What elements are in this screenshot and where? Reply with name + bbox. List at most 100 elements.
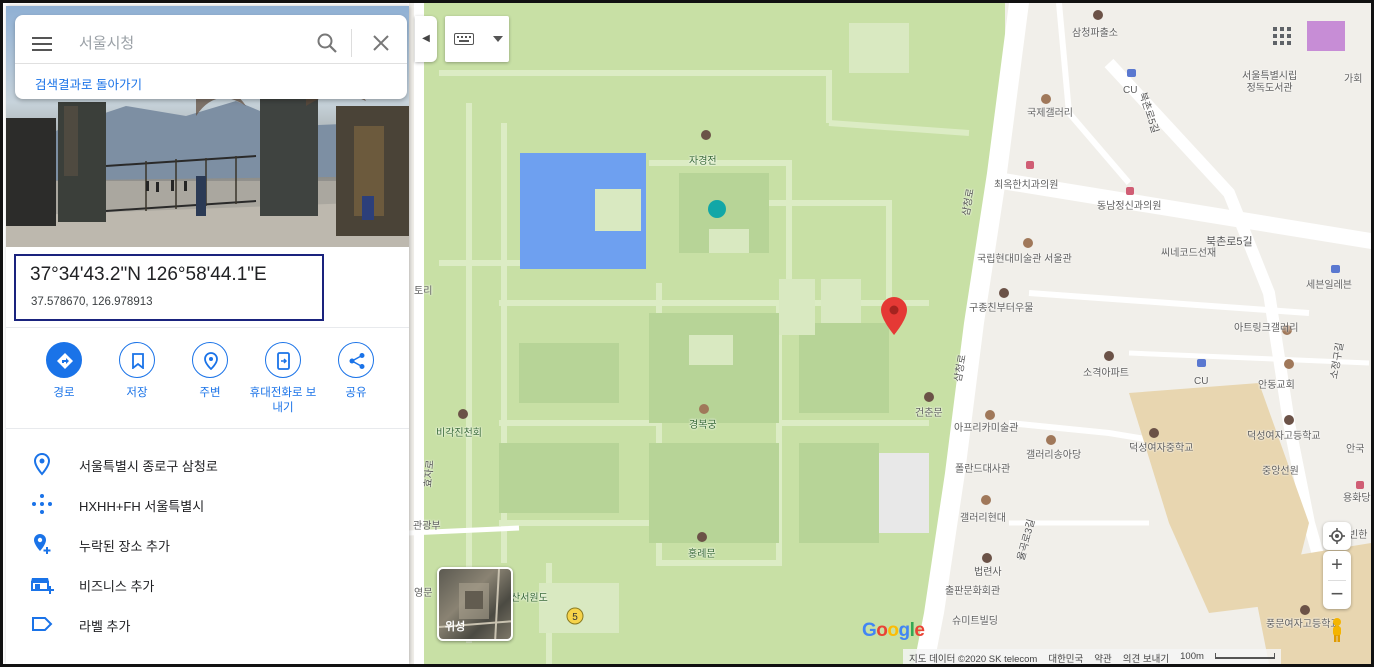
my-location-button[interactable] [1323,522,1351,550]
map-label[interactable]: 관광부 [413,521,441,533]
bookmark-icon [119,342,155,378]
add-label-row[interactable]: 라벨 추가 [6,606,409,642]
map-label[interactable]: 비각진천회 [436,428,482,440]
gallery-hyundai-poi-icon[interactable] [981,495,991,505]
map-label[interactable]: 구종친부터우물 [969,303,1033,315]
map-label[interactable]: 폴란드대사관 [955,464,1010,476]
map-label[interactable]: 국립현대미술관 서울관 [977,254,1072,266]
share-button[interactable]: 공유 [320,342,392,401]
church-poi-icon[interactable] [1284,359,1294,369]
store-poi-icon-2[interactable] [1197,359,1206,367]
map-label[interactable]: 국제갤러리 [1027,108,1073,120]
gate-poi-icon-2[interactable] [924,392,934,402]
apps-grid-icon[interactable] [1272,26,1292,46]
map-label[interactable]: 용화당 [1343,493,1371,505]
scale-label[interactable]: 100m [1180,651,1204,662]
clinic-poi-icon-2[interactable] [1126,187,1134,195]
map-label[interactable]: 영문 [414,588,432,600]
send-to-phone-button[interactable]: 휴대전화로 보내기 [247,342,319,416]
satellite-layer-toggle[interactable]: 위성 [437,567,513,641]
add-missing-place-row[interactable]: 누락된 장소 추가 [6,526,409,562]
map-label[interactable]: 안국 [1346,444,1364,456]
map-label[interactable]: 자경전 [689,156,717,168]
close-icon[interactable] [370,32,392,54]
avatar[interactable] [1307,21,1345,51]
save-button[interactable]: 저장 [101,342,173,401]
add-business-row[interactable]: 비즈니스 추가 [6,566,409,602]
map-label[interactable]: 서울특별시립 정독도서관 [1242,71,1297,95]
map-label[interactable]: 효자로 [423,459,437,488]
map-label[interactable]: 출판문화회관 [945,586,1000,598]
camera-poi-icon[interactable] [708,200,726,218]
zoom-in-button[interactable]: + [1323,551,1351,579]
back-to-results-link[interactable]: 검색결과로 돌아가기 [35,74,142,93]
clinic-poi-icon-3[interactable] [1356,481,1364,489]
input-tools-button[interactable] [445,16,509,62]
gallery-song-poi-icon[interactable] [1046,435,1056,445]
school-poi-icon-2[interactable] [1284,415,1294,425]
school-poi-icon[interactable] [1149,428,1159,438]
map-label[interactable]: 가회 [1344,74,1362,86]
terms-link[interactable]: 약관 [1094,651,1111,664]
clinic-poi-icon[interactable] [1026,161,1034,169]
map-label[interactable]: 덕성여자중학교 [1129,443,1193,455]
location-pin-icon [33,452,51,476]
menu-icon[interactable] [32,37,52,51]
pavilion-poi-icon[interactable] [458,409,468,419]
museum-poi-icon[interactable] [1023,238,1033,248]
map-label[interactable]: 씨네코드선재 [1161,248,1216,260]
share-label: 공유 [345,387,367,399]
gate-poi-icon[interactable] [697,532,707,542]
plus-code-row[interactable]: HXHH+FH 서울특별시 [6,486,409,522]
google-logo: Google [862,620,925,641]
coordinates-decimal[interactable]: 37.578670, 126.978913 [31,296,153,308]
map-label[interactable]: 중앙선원 [1262,466,1299,478]
feedback-link[interactable]: 의견 보내기 [1123,651,1169,664]
map-label[interactable]: CU [1194,376,1208,388]
map-label[interactable]: 슈미트빌딩 [952,616,998,628]
map-label[interactable]: 세븐일레븐 [1306,280,1352,292]
search-icon[interactable] [316,32,338,54]
directions-button[interactable]: 경로 [28,342,100,401]
map-label[interactable]: 건춘문 [915,408,943,420]
apartment-poi-icon[interactable] [1104,351,1114,361]
map-label[interactable]: 아프리카미술관 [954,423,1018,435]
store-poi-icon-3[interactable] [1331,265,1340,273]
search-input[interactable] [79,28,299,58]
map-label[interactable]: 최옥한치과의원 [994,180,1058,192]
map-label[interactable]: 안동교회 [1258,380,1295,392]
palace-icon[interactable] [701,130,711,140]
search-separator [351,29,352,57]
school-poi-icon-3[interactable] [1300,605,1310,615]
pegman-icon[interactable] [1325,617,1349,643]
country-link[interactable]: 대한민국 [1048,651,1083,664]
map-label[interactable]: 법련사 [974,567,1002,579]
map-label[interactable]: 소격아파트 [1083,368,1129,380]
map-label[interactable]: 경복궁 [689,420,717,432]
nearby-button[interactable]: 주변 [174,342,246,401]
map-label[interactable]: 홍례문 [688,549,716,561]
map-label[interactable]: 덕성여자고등학교 [1247,431,1321,443]
store-poi-icon[interactable] [1127,69,1136,77]
palace-poi-icon[interactable] [699,404,709,414]
police-poi-icon[interactable] [1093,10,1103,20]
map-label[interactable]: 토리 [414,286,432,298]
zoom-out-button[interactable]: − [1323,581,1351,609]
map-marker-pin-icon[interactable] [881,297,907,335]
map-label[interactable]: 아트링크갤러리 [1234,323,1298,335]
map-label[interactable]: 갤러리현대 [960,513,1006,525]
map-label[interactable]: 빈한 [1349,530,1367,542]
directions-icon [46,342,82,378]
map-label[interactable]: 갤러리송아당 [1026,450,1081,462]
africa-museum-poi-icon[interactable] [985,410,995,420]
collapse-panel-button[interactable]: ◀ [415,16,437,62]
address-row[interactable]: 서울특별시 종로구 삼청로 [6,446,409,482]
map-canvas[interactable]: 삼청파출소 서울특별시립 정독도서관 CU 국제갤러리 자경전 최옥한치과의원 … [409,3,1371,664]
map-label[interactable]: 산서원도 [511,593,548,605]
map-label[interactable]: 삼청파출소 [1072,28,1118,40]
well-poi-icon[interactable] [999,288,1009,298]
map-label[interactable]: 북촌로5길 [1206,236,1253,248]
map-label[interactable]: 동남정신과의원 [1097,201,1161,213]
temple-poi-icon[interactable] [982,553,992,563]
gallery-poi-icon[interactable] [1041,94,1051,104]
